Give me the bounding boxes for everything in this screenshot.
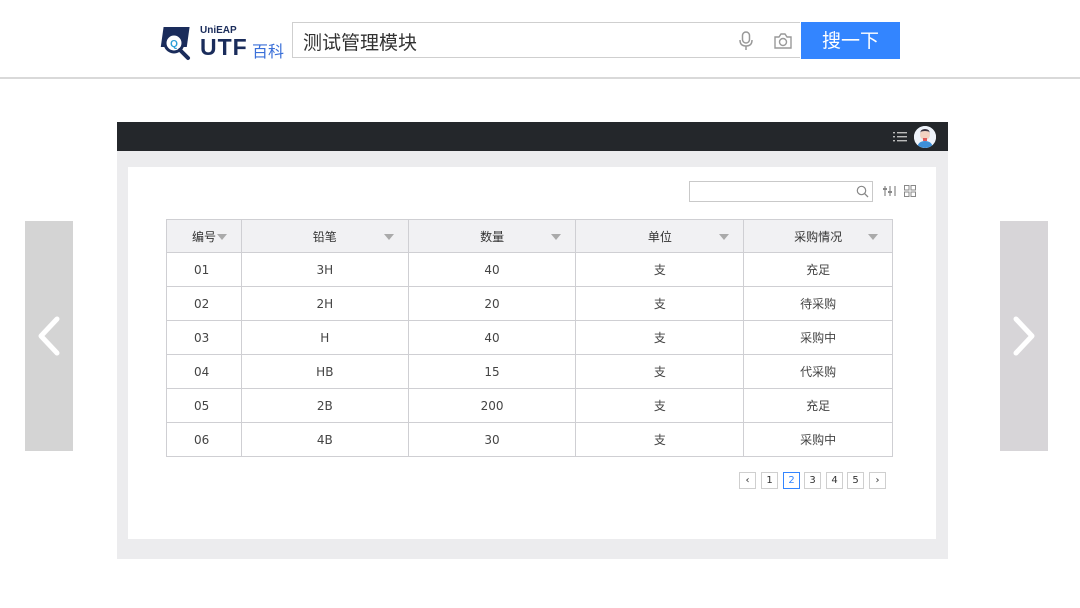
column-header-pencil[interactable]: 铅笔 xyxy=(240,219,409,253)
page-next-button[interactable]: › xyxy=(869,472,886,489)
search-input[interactable] xyxy=(293,23,725,59)
cell-pencil: 3H xyxy=(240,252,409,287)
cell-id: 04 xyxy=(166,354,242,389)
cell-status: 采购中 xyxy=(743,320,893,355)
cell-id: 06 xyxy=(166,422,242,457)
table-search-input[interactable] xyxy=(690,182,854,203)
cell-status: 采购中 xyxy=(743,422,893,457)
voice-search-icon[interactable] xyxy=(737,31,755,51)
sort-icon[interactable] xyxy=(216,234,227,240)
cell-pencil: HB xyxy=(240,354,409,389)
sort-icon[interactable] xyxy=(551,234,562,240)
chevron-right-icon xyxy=(1013,316,1035,356)
cell-pencil: 2B xyxy=(240,388,409,423)
column-header-label: 单位 xyxy=(647,229,672,244)
cell-id: 03 xyxy=(166,320,242,355)
cell-unit: 支 xyxy=(575,320,745,355)
table-search-box xyxy=(689,181,873,203)
cell-id: 02 xyxy=(166,286,242,321)
column-header-status[interactable]: 采购情况 xyxy=(743,219,893,253)
table-row[interactable]: 05 2B 200 支 充足 xyxy=(166,388,893,423)
search-box xyxy=(292,22,800,59)
logo-magnifier-icon: Q xyxy=(160,27,190,60)
logo-cn-text: 百科 xyxy=(252,42,285,61)
chevron-left-icon xyxy=(38,316,60,356)
column-header-quantity[interactable]: 数量 xyxy=(407,219,577,253)
page-prev-button[interactable]: ‹ xyxy=(739,472,756,489)
app-top-bar xyxy=(117,122,948,151)
page-button-2[interactable]: 2 xyxy=(783,472,800,489)
cell-unit: 支 xyxy=(575,388,745,423)
logo-title: UTF xyxy=(200,34,248,60)
cell-pencil: H xyxy=(240,320,409,355)
table-row[interactable]: 02 2H 20 支 待采购 xyxy=(166,286,893,321)
app-window: 编号 铅笔 数量 单位 采购情况 01 3H 40 支 充足 02 2H 20 … xyxy=(117,122,948,559)
table-header-row: 编号 铅笔 数量 单位 采购情况 xyxy=(166,219,893,253)
column-header-unit[interactable]: 单位 xyxy=(575,219,745,253)
table-row[interactable]: 01 3H 40 支 充足 xyxy=(166,252,893,287)
page-button-4[interactable]: 4 xyxy=(826,472,843,489)
avatar[interactable] xyxy=(914,126,936,148)
avatar-icon xyxy=(914,126,936,148)
cell-quantity: 20 xyxy=(407,286,577,321)
logo[interactable]: Q UniEAP UTF 百科 xyxy=(160,22,290,62)
sort-icon[interactable] xyxy=(383,234,394,240)
cell-pencil: 2H xyxy=(240,286,409,321)
sort-icon[interactable] xyxy=(868,234,878,240)
cell-unit: 支 xyxy=(575,354,745,389)
search-submit-button[interactable]: 搜一下 xyxy=(801,22,900,59)
column-header-label: 采购情况 xyxy=(794,229,843,244)
grid-view-icon[interactable] xyxy=(904,185,916,197)
page-button-1[interactable]: 1 xyxy=(761,472,778,489)
table-row[interactable]: 04 HB 15 支 代采购 xyxy=(166,354,893,389)
column-header-label: 数量 xyxy=(480,229,505,244)
column-header-label: 铅笔 xyxy=(312,229,337,244)
page-button-3[interactable]: 3 xyxy=(804,472,821,489)
cell-status: 充足 xyxy=(743,388,893,423)
cell-quantity: 40 xyxy=(407,252,577,287)
cell-pencil: 4B xyxy=(240,422,409,457)
cell-quantity: 30 xyxy=(407,422,577,457)
cell-quantity: 200 xyxy=(407,388,577,423)
table-row[interactable]: 03 H 40 支 采购中 xyxy=(166,320,893,355)
content-panel: 编号 铅笔 数量 单位 采购情况 01 3H 40 支 充足 02 2H 20 … xyxy=(128,167,936,539)
cell-id: 01 xyxy=(166,252,242,287)
cell-status: 代采购 xyxy=(743,354,893,389)
column-header-label: 编号 xyxy=(191,229,216,244)
search-icon[interactable] xyxy=(856,185,869,198)
table-row[interactable]: 06 4B 30 支 采购中 xyxy=(166,422,893,457)
next-slide-button[interactable] xyxy=(1000,221,1048,451)
data-table: 编号 铅笔 数量 单位 采购情况 01 3H 40 支 充足 02 2H 20 … xyxy=(166,219,893,457)
column-settings-icon[interactable] xyxy=(883,185,897,197)
cell-quantity: 15 xyxy=(407,354,577,389)
cell-quantity: 40 xyxy=(407,320,577,355)
cell-unit: 支 xyxy=(575,422,745,457)
top-search-bar: Q UniEAP UTF 百科 搜一下 xyxy=(0,0,1080,79)
sort-icon[interactable] xyxy=(719,234,730,240)
page-button-5[interactable]: 5 xyxy=(847,472,864,489)
camera-search-icon[interactable] xyxy=(773,32,793,50)
column-header-id[interactable]: 编号 xyxy=(166,219,242,253)
cell-unit: 支 xyxy=(575,252,745,287)
cell-unit: 支 xyxy=(575,286,745,321)
svg-text:Q: Q xyxy=(170,39,178,50)
prev-slide-button[interactable] xyxy=(25,221,73,451)
cell-status: 待采购 xyxy=(743,286,893,321)
cell-id: 05 xyxy=(166,388,242,423)
cell-status: 充足 xyxy=(743,252,893,287)
menu-list-icon[interactable] xyxy=(893,131,907,142)
